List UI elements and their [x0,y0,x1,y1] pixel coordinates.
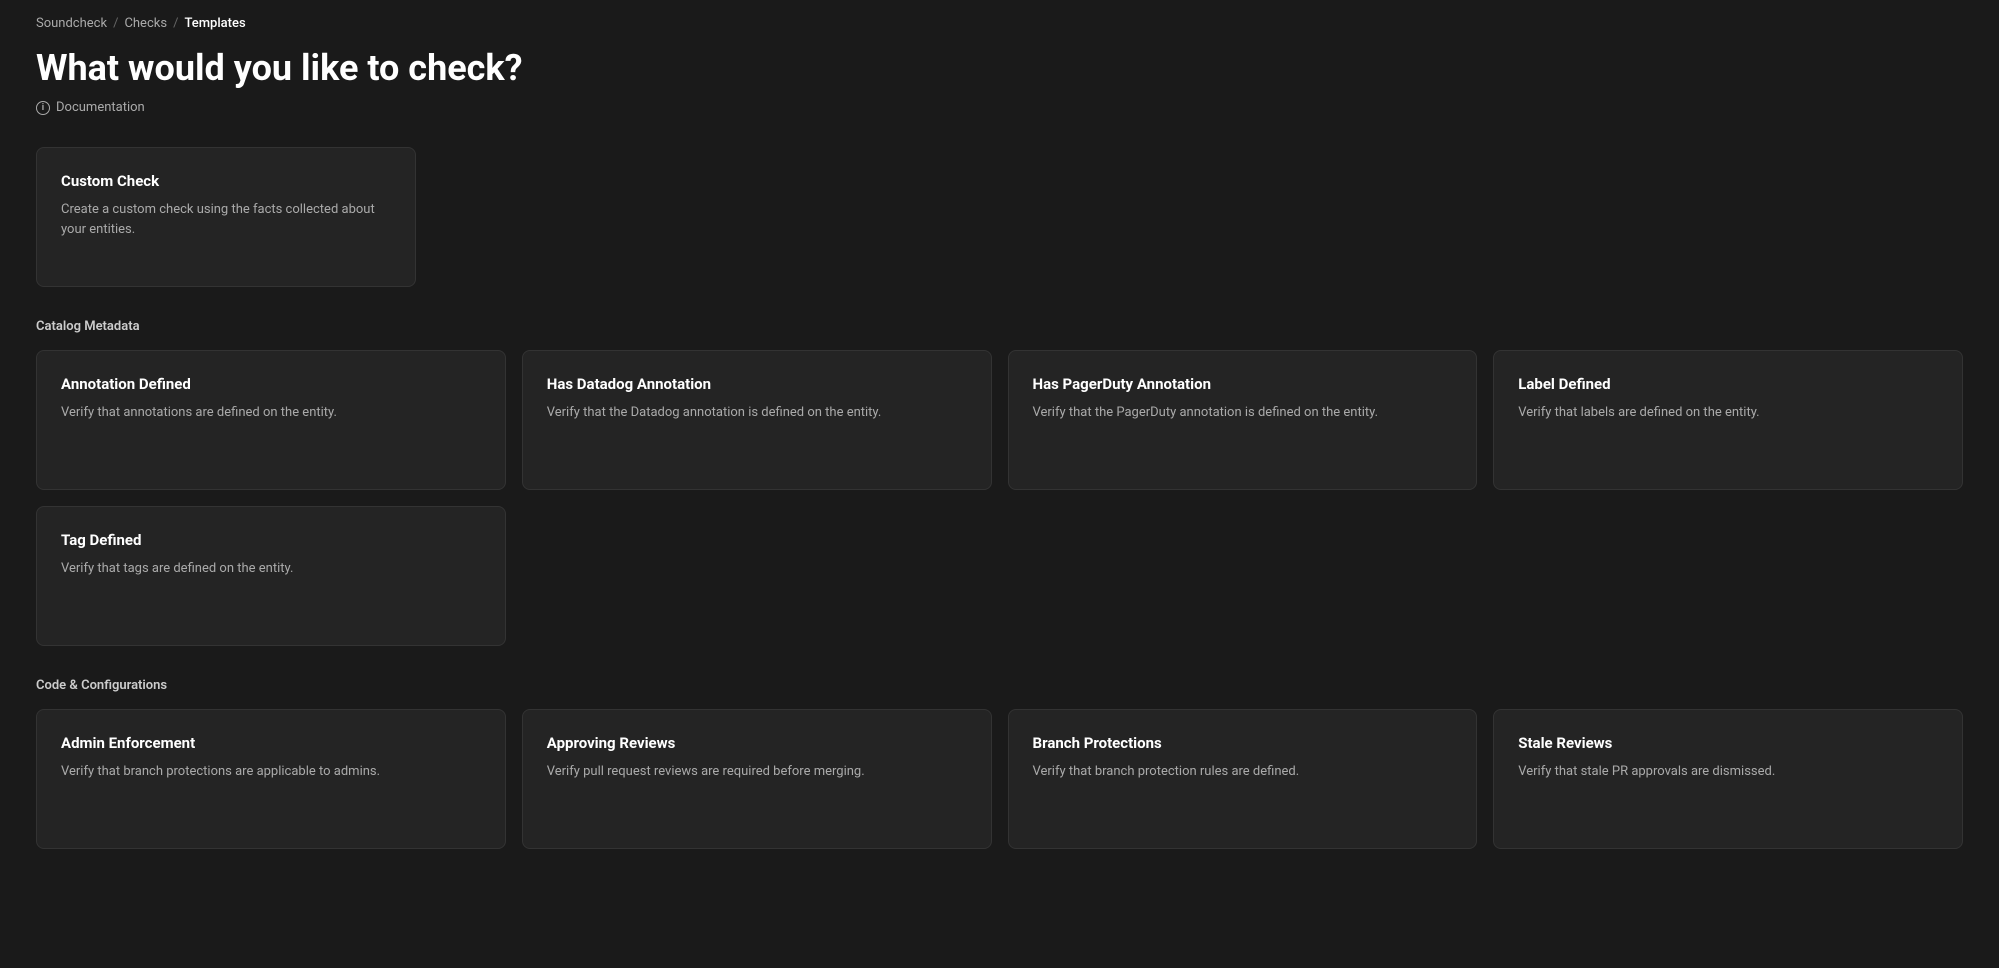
breadcrumb-soundcheck[interactable]: Soundcheck [36,16,107,31]
catalog-metadata-row2-cards: Tag Defined Verify that tags are defined… [36,506,1963,646]
catalog-metadata-label: Catalog Metadata [36,319,1963,334]
stale-reviews-card[interactable]: Stale Reviews Verify that stale PR appro… [1493,709,1963,849]
approving-reviews-title: Approving Reviews [547,734,967,752]
documentation-label: Documentation [56,100,145,115]
catalog-metadata-cards: Annotation Defined Verify that annotatio… [36,350,1963,490]
label-defined-card[interactable]: Label Defined Verify that labels are def… [1493,350,1963,490]
annotation-defined-description: Verify that annotations are defined on t… [61,403,481,423]
documentation-icon: i [36,101,50,115]
label-defined-description: Verify that labels are defined on the en… [1518,403,1938,423]
has-pagerduty-annotation-title: Has PagerDuty Annotation [1033,375,1453,393]
code-configurations-section: Code & Configurations Admin Enforcement … [36,678,1963,849]
documentation-link[interactable]: i Documentation [36,100,1963,115]
breadcrumb: Soundcheck / Checks / Templates [36,16,1963,31]
tag-defined-description: Verify that tags are defined on the enti… [61,559,481,579]
label-defined-title: Label Defined [1518,375,1938,393]
catalog-metadata-section: Catalog Metadata Annotation Defined Veri… [36,319,1963,646]
has-pagerduty-annotation-card[interactable]: Has PagerDuty Annotation Verify that the… [1008,350,1478,490]
admin-enforcement-title: Admin Enforcement [61,734,481,752]
admin-enforcement-description: Verify that branch protections are appli… [61,762,481,782]
tag-defined-title: Tag Defined [61,531,481,549]
branch-protections-description: Verify that branch protection rules are … [1033,762,1453,782]
page-title: What would you like to check? [36,47,1963,90]
custom-check-card[interactable]: Custom Check Create a custom check using… [36,147,416,287]
has-datadog-annotation-title: Has Datadog Annotation [547,375,967,393]
breadcrumb-separator-2: / [173,16,178,31]
code-configurations-cards: Admin Enforcement Verify that branch pro… [36,709,1963,849]
breadcrumb-checks[interactable]: Checks [124,16,167,31]
breadcrumb-separator-1: / [113,16,118,31]
stale-reviews-description: Verify that stale PR approvals are dismi… [1518,762,1938,782]
tag-defined-card[interactable]: Tag Defined Verify that tags are defined… [36,506,506,646]
annotation-defined-title: Annotation Defined [61,375,481,393]
annotation-defined-card[interactable]: Annotation Defined Verify that annotatio… [36,350,506,490]
stale-reviews-title: Stale Reviews [1518,734,1938,752]
branch-protections-title: Branch Protections [1033,734,1453,752]
has-datadog-annotation-description: Verify that the Datadog annotation is de… [547,403,967,423]
has-pagerduty-annotation-description: Verify that the PagerDuty annotation is … [1033,403,1453,423]
custom-check-description: Create a custom check using the facts co… [61,200,391,239]
approving-reviews-description: Verify pull request reviews are required… [547,762,967,782]
breadcrumb-templates: Templates [184,16,245,31]
has-datadog-annotation-card[interactable]: Has Datadog Annotation Verify that the D… [522,350,992,490]
branch-protections-card[interactable]: Branch Protections Verify that branch pr… [1008,709,1478,849]
custom-check-title: Custom Check [61,172,391,190]
code-configurations-label: Code & Configurations [36,678,1963,693]
admin-enforcement-card[interactable]: Admin Enforcement Verify that branch pro… [36,709,506,849]
approving-reviews-card[interactable]: Approving Reviews Verify pull request re… [522,709,992,849]
